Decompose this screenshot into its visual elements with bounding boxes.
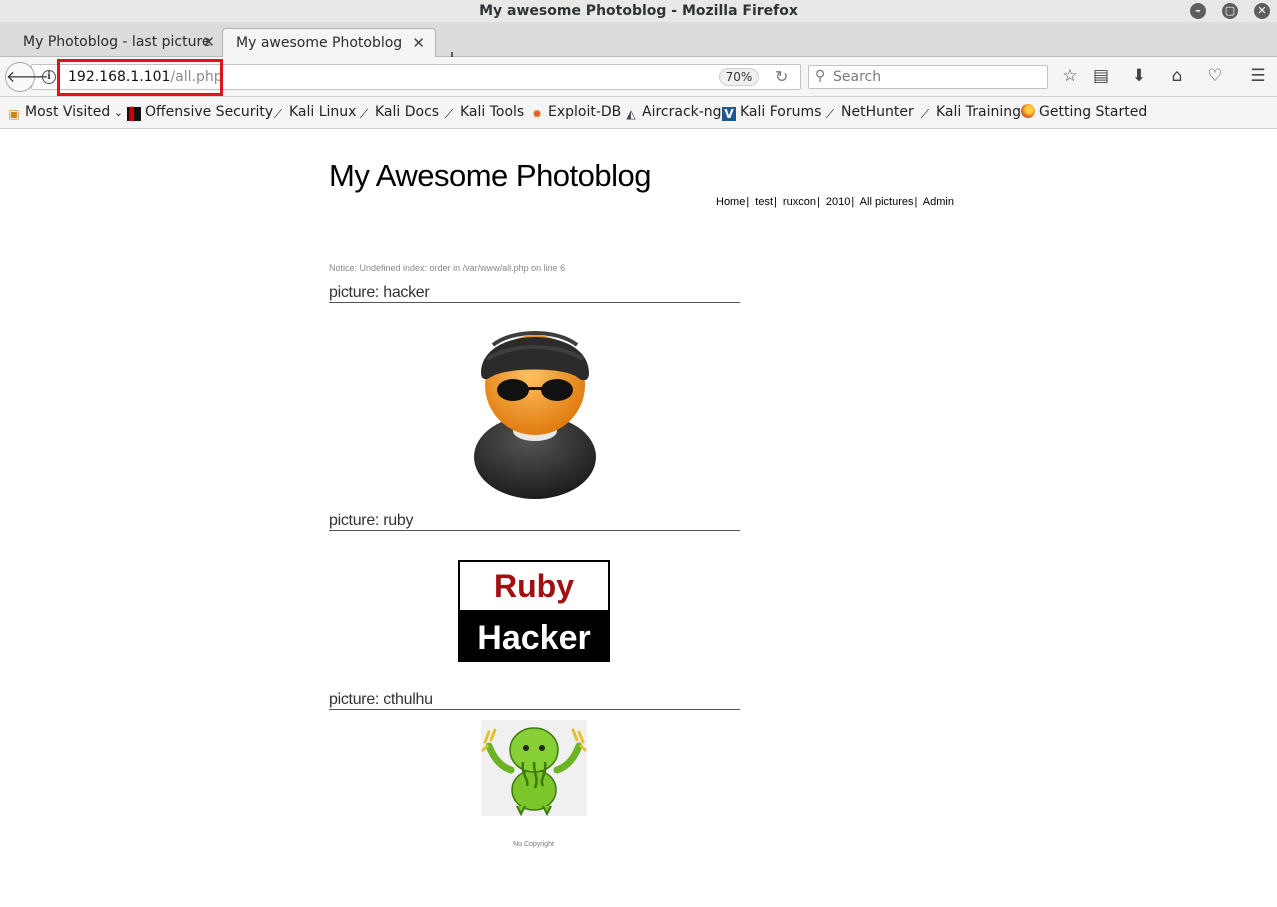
search-icon: ⚲ (815, 68, 826, 84)
kali-forums-icon: V (722, 107, 736, 121)
nav-separator: | (914, 196, 918, 208)
bookmark-aircrack-ng[interactable]: ◭ Aircrack-ng (624, 104, 722, 121)
window-titlebar: My awesome Photoblog - Mozilla Firefox –… (0, 0, 1277, 22)
bookmark-label: Most Visited (25, 104, 111, 120)
offsec-icon: ▌ (127, 107, 141, 121)
exploitdb-icon: ✹ (531, 107, 543, 121)
zoom-indicator[interactable]: 70% (719, 68, 759, 86)
bookmark-kali-linux[interactable]: ⟋ Kali Linux (271, 104, 357, 121)
pocket-icon[interactable]: ♡ (1205, 66, 1225, 86)
menu-icon[interactable]: ☰ (1248, 66, 1268, 86)
bookmark-label: Aircrack-ng (642, 104, 722, 120)
bookmark-label: NetHunter (841, 104, 914, 120)
bookmark-label: Kali Training (936, 104, 1021, 120)
bookmark-label: Getting Started (1039, 104, 1148, 120)
downloads-icon[interactable]: ⬇ (1129, 66, 1149, 86)
hacker-image[interactable] (473, 315, 597, 499)
close-window-button[interactable]: ✕ (1254, 3, 1270, 19)
site-navigation: Home| test| ruxcon| 2010| All pictures| … (716, 196, 954, 208)
bookmark-kali-training[interactable]: ⟋ Kali Training (918, 104, 1021, 121)
bookmark-label: Kali Forums (740, 104, 822, 120)
home-icon[interactable]: ⌂ (1167, 66, 1187, 86)
bookmark-kali-tools[interactable]: ⟋ Kali Tools (442, 104, 524, 121)
tab-photoblog[interactable]: My awesome Photoblog ✕ (222, 28, 436, 57)
bookmarks-list-icon[interactable]: ▤ (1091, 66, 1111, 86)
bookmark-label: Kali Docs (375, 104, 440, 120)
kali-dragon-icon: ⟋ (359, 107, 369, 121)
bookmark-most-visited[interactable]: ▣ Most Visited ⌄ (7, 104, 123, 121)
bookmark-label: Kali Tools (460, 104, 525, 120)
aircrack-icon: ◭ (626, 107, 636, 121)
reload-icon[interactable]: ↻ (775, 67, 788, 86)
url-highlight-box (57, 59, 223, 96)
nav-separator: | (774, 196, 777, 208)
nav-separator: | (816, 196, 820, 208)
folder-icon: ▣ (8, 107, 20, 121)
picture-heading-hacker[interactable]: picture: hacker (329, 284, 740, 303)
nav-link-all-pictures[interactable]: All pictures (860, 196, 914, 208)
search-placeholder: Search (833, 69, 882, 85)
picture-heading-ruby[interactable]: picture: ruby (329, 512, 740, 531)
nav-separator: | (851, 196, 855, 208)
bookmarks-toolbar: ▣ Most Visited ⌄ ▌ Offensive Security ⟋ Kal… (0, 97, 1277, 129)
cthulhu-image[interactable] (481, 720, 587, 816)
window-title: My awesome Photoblog - Mozilla Firefox (479, 3, 798, 19)
bookmark-getting-started[interactable]: Getting Started (1021, 104, 1147, 121)
ruby-hacker-logo[interactable]: Ruby Hacker (458, 560, 610, 662)
page-viewport: My Awesome Photoblog Home| test| ruxcon|… (0, 130, 1277, 907)
minimize-button[interactable]: – (1190, 3, 1206, 19)
nav-link-admin[interactable]: Admin (923, 196, 954, 208)
tab-last-picture[interactable]: My Photoblog - last picture ✕ (10, 28, 225, 57)
nav-link-test[interactable]: test (755, 196, 773, 208)
bookmark-nethunter[interactable]: ⟋ NetHunter (823, 104, 914, 121)
maximize-button[interactable]: ▢ (1222, 3, 1238, 19)
kali-dragon-icon: ⟋ (273, 107, 283, 121)
back-button[interactable]: 🡐 (5, 62, 49, 92)
bookmark-kali-docs[interactable]: ⟋ Kali Docs (357, 104, 439, 121)
php-notice: Notice: Undefined index: order in /var/w… (329, 263, 566, 273)
close-tab-icon[interactable]: ✕ (202, 28, 215, 57)
chevron-down-icon: ⌄ (110, 106, 123, 119)
kali-dragon-icon: ⟋ (825, 107, 835, 121)
bookmark-label: Kali Linux (289, 104, 357, 120)
nav-link-home[interactable]: Home (716, 196, 745, 208)
nav-link-2010[interactable]: 2010 (826, 196, 850, 208)
firefox-icon (1021, 104, 1035, 118)
picture-heading-cthulhu[interactable]: picture: cthulhu (329, 691, 740, 710)
nav-separator: | (746, 196, 750, 208)
close-tab-icon[interactable]: ✕ (412, 29, 425, 58)
bookmark-label: Exploit-DB (548, 104, 622, 120)
bookmark-label: Offensive Security (145, 104, 274, 120)
kali-dragon-icon: ⟋ (444, 107, 454, 121)
nav-link-ruxcon[interactable]: ruxcon (783, 196, 816, 208)
bookmark-star-icon[interactable]: ☆ (1060, 66, 1080, 86)
back-arrow-icon: 🡐 (6, 67, 49, 86)
search-input[interactable]: ⚲ Search (808, 65, 1048, 89)
tab-label: My Photoblog - last picture (23, 34, 211, 50)
bookmark-exploit-db[interactable]: ✹ Exploit-DB (530, 104, 621, 121)
bookmark-kali-forums[interactable]: V Kali Forums (722, 104, 821, 121)
hacker-logo-text: Hacker (477, 619, 590, 657)
bookmark-offensive-security[interactable]: ▌ Offensive Security (127, 104, 273, 121)
ruby-logo-text: Ruby (494, 568, 574, 604)
tab-strip: My Photoblog - last picture ✕ My awesome… (0, 22, 1277, 68)
page-title: My Awesome Photoblog (329, 158, 652, 193)
kali-dragon-icon: ⟋ (920, 107, 930, 121)
tab-label: My awesome Photoblog (236, 35, 403, 51)
footer-copyright: No Copyright (513, 841, 554, 848)
